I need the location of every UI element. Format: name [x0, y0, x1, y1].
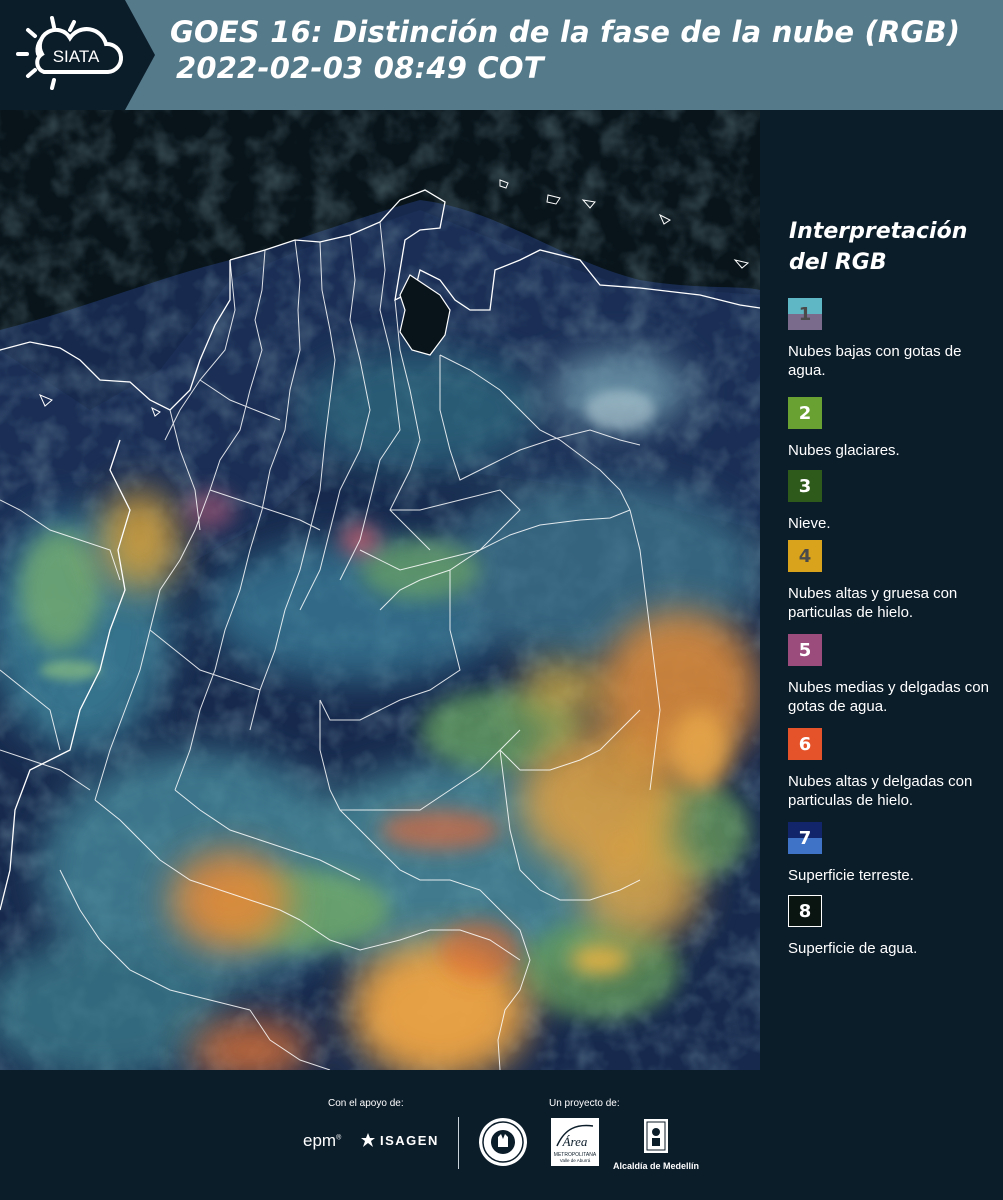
- legend-label-5: Nubes medias y delgadas con gotas de agu…: [788, 679, 989, 715]
- satellite-image: [0, 110, 760, 1070]
- legend-item-7: 7 Superficie terreste.: [788, 822, 1000, 885]
- legend-swatch-5: 5: [788, 634, 822, 666]
- title-line-2: 2022-02-03 08:49 COT: [176, 51, 544, 85]
- legend-label-1: Nubes bajas con gotas de agua.: [788, 343, 962, 379]
- satellite-map[interactable]: [0, 110, 760, 1070]
- legend-number-4: 4: [798, 545, 812, 567]
- header: SIATA GOES 16: Distinción de la fase de …: [0, 0, 1003, 110]
- footer: Con el apoyo de: Un proyecto de: epm® IS…: [0, 1070, 1003, 1200]
- area-logo-sub2: Valle de Aburrá: [560, 1158, 591, 1163]
- isagen-logo: ISAGEN: [360, 1132, 439, 1148]
- legend-label-8: Superficie de agua.: [788, 940, 918, 957]
- legend-item-6: 6 Nubes altas y delgadas con particulas …: [788, 728, 1000, 810]
- medellin-shield-icon: [644, 1119, 668, 1153]
- title-line-1: GOES 16: Distinción de la fase de la nub…: [170, 15, 961, 49]
- legend-number-1: 1: [798, 303, 812, 325]
- area-metropolitana-logo: Área METROPOLITANA Valle de Aburrá: [551, 1118, 599, 1166]
- alcaldia-logo-text: Alcaldía de Medellín: [612, 1161, 700, 1171]
- legend-number-6: 6: [798, 733, 812, 755]
- legend-swatch-1: 1: [788, 298, 822, 330]
- epm-logo: epm®: [303, 1131, 342, 1150]
- legend-swatch-3: 3: [788, 470, 822, 502]
- epm-logo-text: epm: [303, 1131, 337, 1150]
- area-logo-text: Área: [562, 1134, 588, 1149]
- legend-swatch-2: 2: [788, 397, 822, 429]
- area-metropolitana-icon: Área METROPOLITANA Valle de Aburrá: [554, 1124, 597, 1163]
- legend-number-8: 8: [798, 900, 812, 922]
- legend-number-5: 5: [798, 639, 812, 661]
- legend-swatch-8: 8: [788, 895, 822, 927]
- legend-item-1: 1 Nubes bajas con gotas de agua.: [788, 298, 1000, 380]
- amva-seal-icon: [479, 1118, 527, 1166]
- isagen-logo-text: ISAGEN: [380, 1132, 439, 1148]
- legend-number-3: 3: [798, 475, 812, 497]
- legend-label-2: Nubes glaciares.: [788, 442, 900, 459]
- legend-item-2: 2 Nubes glaciares.: [788, 397, 1000, 460]
- alcaldia-logo: Alcaldía de Medellín: [610, 1118, 702, 1171]
- legend-panel: Interpretación del RGB 1 Nubes bajas con…: [760, 110, 1003, 1070]
- siata-logo: SIATA: [14, 14, 124, 94]
- isagen-icon: [361, 1133, 375, 1147]
- support-label: Con el apoyo de:: [328, 1098, 404, 1109]
- legend-label-7: Superficie terreste.: [788, 867, 914, 884]
- siata-logo-text: SIATA: [53, 47, 100, 66]
- legend-item-4: 4 Nubes altas y gruesa con particulas de…: [788, 540, 1000, 622]
- legend-label-4: Nubes altas y gruesa con particulas de h…: [788, 585, 958, 621]
- legend-item-5: 5 Nubes medias y delgadas con gotas de a…: [788, 634, 1000, 716]
- legend-label-3: Nieve.: [788, 515, 831, 532]
- legend-item-3: 3 Nieve.: [788, 470, 1000, 533]
- project-label: Un proyecto de:: [549, 1098, 620, 1109]
- legend-swatch-6: 6: [788, 728, 822, 760]
- legend-swatch-4: 4: [788, 540, 822, 572]
- legend-swatch-7: 7: [788, 822, 822, 854]
- page-title: GOES 16: Distinción de la fase de la nub…: [170, 14, 960, 86]
- legend-title: Interpretación del RGB: [789, 219, 968, 275]
- legend-label-6: Nubes altas y delgadas con particulas de…: [788, 773, 973, 809]
- legend-number-7: 7: [798, 827, 812, 849]
- sun-cloud-icon: SIATA: [16, 16, 124, 90]
- legend-number-2: 2: [798, 402, 812, 424]
- footer-divider: [458, 1117, 459, 1169]
- legend-item-8: 8 Superficie de agua.: [788, 895, 1000, 958]
